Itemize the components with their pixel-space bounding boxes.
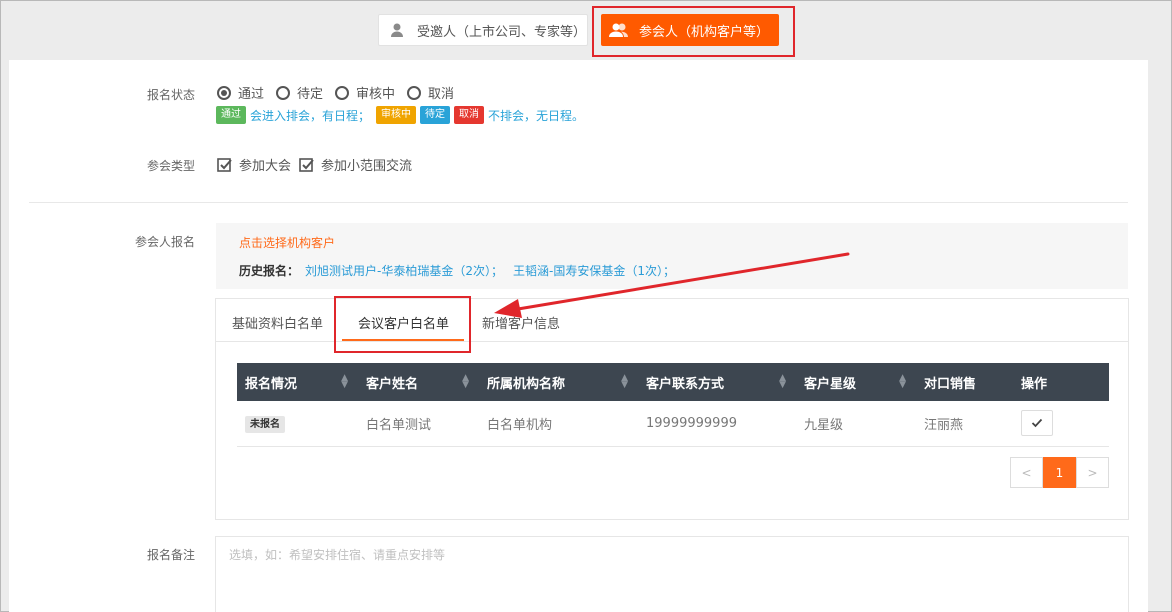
tab-basic-whitelist[interactable]: 基础资料白名单 [232,313,323,332]
cell-sales: 汪丽燕 [916,401,1013,447]
sort-icon[interactable]: ▲ ▼ [462,374,469,390]
col-header[interactable]: 报名情况 ▲ ▼ [237,363,358,401]
checkbox-checked-icon [217,157,233,173]
col-header[interactable]: 客户姓名 ▲ ▼ [358,363,479,401]
legend-pass-text: 会进入排会，有日程； [250,108,371,123]
cell-org: 白名单机构 [479,401,638,447]
tab-new-client[interactable]: 新增客户信息 [482,313,560,332]
remark-field[interactable] [215,536,1129,612]
status-radio-review[interactable]: 审核中 [335,83,395,102]
history-registrations: 历史报名： 刘旭测试用户-华泰柏瑞基金（2次）； 王韬涵-国寿安保基金（1次）； [239,262,685,279]
radio-unchecked-icon [276,85,291,100]
sort-icon[interactable]: ▲ ▼ [899,374,906,390]
radio-unchecked-icon [407,85,422,100]
cell-name: 白名单测试 [358,401,479,447]
section-divider [29,202,1128,203]
checkbox-checked-icon [299,157,315,173]
checkbox-label: 参加大会 [239,159,292,174]
history-item[interactable]: 王韬涵-国寿安保基金（1次）； [513,262,675,279]
check-icon [1031,419,1043,428]
legend-other-text: 不排会，无日程。 [488,108,585,123]
col-header[interactable]: 客户联系方式 ▲ ▼ [638,363,796,401]
tag-pass: 通过 [216,106,246,124]
cell-phone: 19999999999 [638,401,796,447]
cell-star: 九星级 [796,401,916,447]
radio-checked-icon [217,85,231,100]
sort-icon[interactable]: ▲ ▼ [621,374,628,390]
checkbox-small-exchange[interactable]: 参加小范围交流 [299,155,412,174]
meeting-type-label: 参会类型 [146,159,195,173]
tag-review: 审核中 [376,106,417,124]
sort-icon[interactable]: ▲ ▼ [779,374,786,390]
tag-pending: 待定 [420,106,451,124]
user-icon [387,20,407,40]
checkbox-label: 参加小范围交流 [321,159,413,174]
annotation-highlight-tab [334,296,471,353]
status-radio-pending[interactable]: 待定 [276,83,323,102]
tag-cancel: 取消 [454,106,485,124]
remark-textarea[interactable] [229,546,1115,606]
status-radio-cancel[interactable]: 取消 [407,83,454,102]
cell-status: 未报名 [237,401,358,447]
col-header: 操作 [1013,363,1109,401]
col-header[interactable]: 客户星级 ▲ ▼ [796,363,916,401]
history-label: 历史报名： [239,264,300,278]
participant-label: 参会人报名 [134,235,195,249]
status-radio-group: 通过 待定 审核中 取消 [217,83,466,102]
radio-label: 待定 [297,87,324,102]
pick-client-link[interactable]: 点击选择机构客户 [239,234,335,251]
page-button-current[interactable]: 1 [1043,457,1076,488]
status-label: 报名状态 [146,88,195,102]
annotation-highlight-role [592,6,795,57]
radio-label: 通过 [238,87,265,102]
status-radio-pass[interactable]: 通过 [217,83,264,102]
meeting-type-checkbox-group: 参加大会 参加小范围交流 [217,155,420,174]
col-header[interactable]: 所属机构名称 ▲ ▼ [479,363,638,401]
radio-label: 取消 [428,87,455,102]
select-row-button[interactable] [1021,410,1053,437]
prev-page-button[interactable]: < [1010,457,1043,488]
remark-label: 报名备注 [146,548,195,562]
radio-label: 审核中 [356,87,396,102]
invitee-role-tab[interactable]: 受邀人（上市公司、专家等） [378,14,588,46]
status-legend: 通过 会进入排会，有日程； 审核中 待定 取消 不排会，无日程。 [216,106,590,124]
col-header: 对口销售 [916,363,1013,401]
invitee-role-label: 受邀人（上市公司、专家等） [417,24,587,40]
radio-unchecked-icon [335,85,350,100]
table-row: 未报名 白名单测试 白名单机构 19999999999 九星级 汪丽燕 [237,401,1109,447]
cell-action [1013,401,1109,447]
history-item[interactable]: 刘旭测试用户-华泰柏瑞基金（2次）； [305,262,503,279]
table-header-row: 报名情况 ▲ ▼ 客户姓名 ▲ ▼ 所属机构名称 ▲ ▼ 客户联系方式 ▲ ▼ 客户星级 ▲ ▼ 对… [237,363,1109,401]
status-badge: 未报名 [245,416,285,434]
next-page-button[interactable]: > [1076,457,1109,488]
checkbox-main-conference[interactable]: 参加大会 [217,155,291,174]
client-table: 报名情况 ▲ ▼ 客户姓名 ▲ ▼ 所属机构名称 ▲ ▼ 客户联系方式 ▲ ▼ 客户星级 ▲ ▼ 对… [237,363,1109,447]
participant-pick-box: 点击选择机构客户 历史报名： 刘旭测试用户-华泰柏瑞基金（2次）； 王韬涵-国寿… [216,223,1128,289]
sort-icon[interactable]: ▲ ▼ [341,374,348,390]
pagination: < 1 > [1010,457,1109,488]
